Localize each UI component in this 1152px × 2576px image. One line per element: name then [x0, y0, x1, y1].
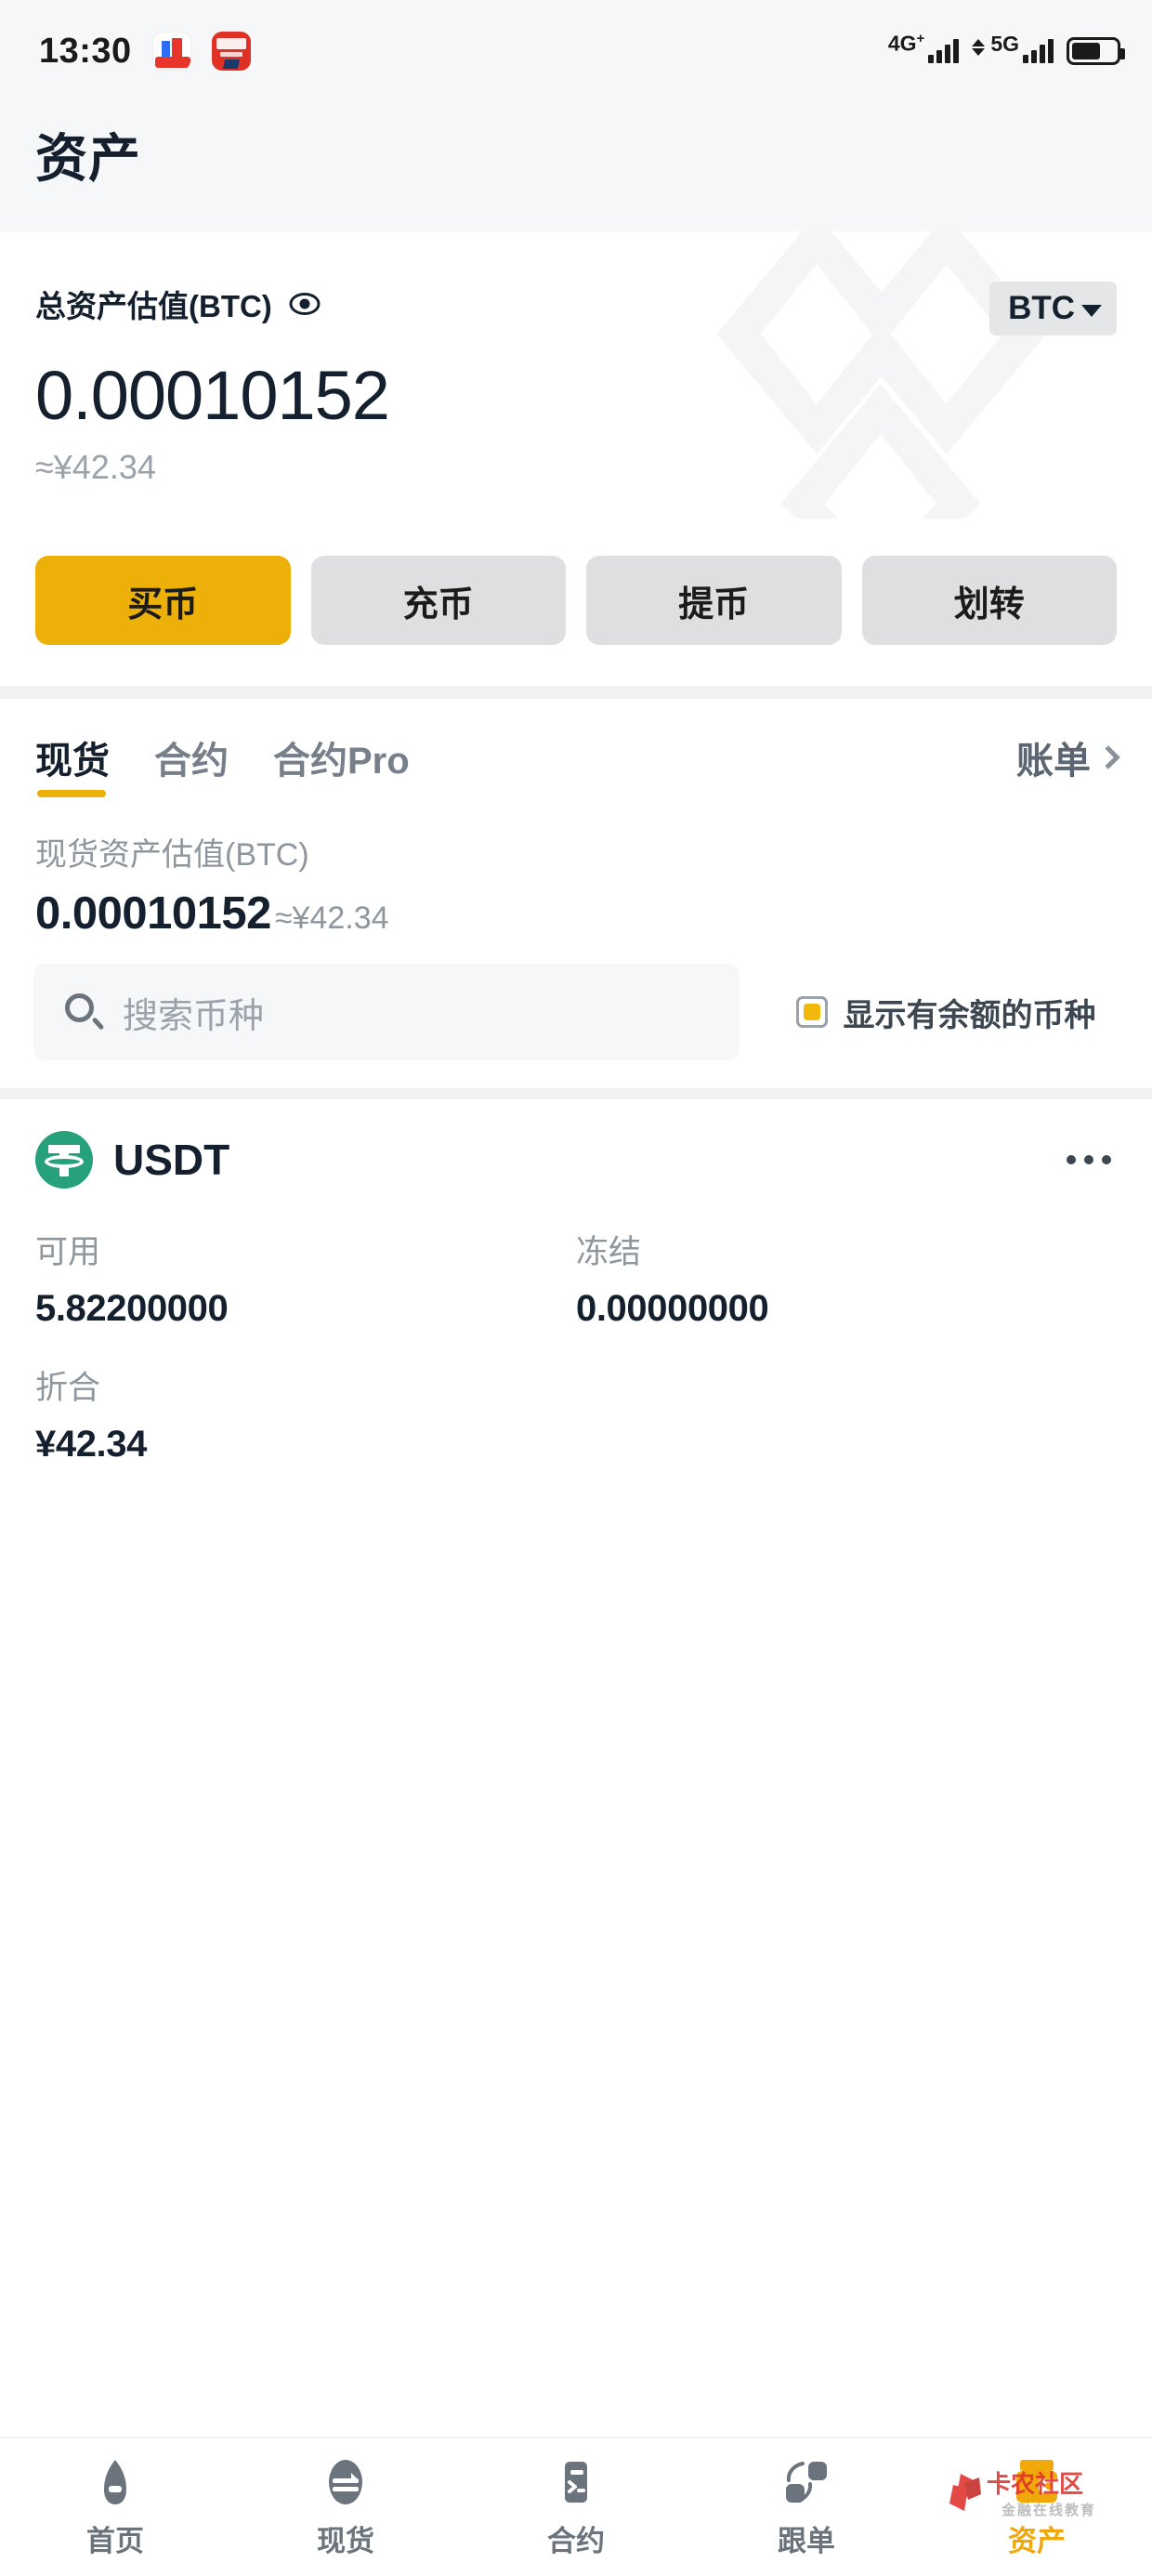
- total-assets-fiat-value: ≈¥42.34: [35, 448, 156, 486]
- nav-item-spot[interactable]: 现货: [230, 2456, 461, 2559]
- total-assets-header: 总资产估值(BTC) BTC: [35, 282, 1117, 335]
- equivalent-label: 折合: [35, 1370, 101, 1406]
- eye-icon[interactable]: [289, 288, 321, 320]
- transfer-button[interactable]: 划转: [861, 556, 1117, 645]
- equivalent-cell: 折合 ¥42.34: [35, 1361, 576, 1465]
- spot-asset-value-row: 0.00010152 ≈¥42.34: [35, 887, 1117, 940]
- account-tabs-row: 现货 合约 合约Pro 账单: [0, 699, 1152, 797]
- chevron-down-icon: [1081, 304, 1102, 317]
- coin-identity: USDT: [35, 1131, 229, 1189]
- shopping-assistant-icon: [151, 32, 191, 71]
- contract-icon: [550, 2456, 602, 2508]
- coin-equivalent-row: 折合 ¥42.34: [35, 1361, 1117, 1465]
- show-balance-checkbox[interactable]: [795, 996, 828, 1028]
- bills-link[interactable]: 账单: [1016, 730, 1120, 784]
- nav-label-futures: 合约: [547, 2524, 605, 2557]
- home-icon: [89, 2456, 141, 2508]
- status-bar-left: 13:30: [39, 32, 251, 72]
- bottom-navigation: 首页 现货 合约 跟单 资产 卡农社区 金融在线教育: [0, 2437, 1152, 2576]
- status-bar-right: 4G+ 5G: [888, 32, 1125, 65]
- unionpay-cloudpay-icon: [211, 32, 251, 71]
- page-header: 资产: [0, 102, 1152, 231]
- deposit-button[interactable]: 充币: [310, 556, 566, 645]
- network-4g-plus: +: [916, 31, 925, 47]
- nav-label-home: 首页: [86, 2524, 144, 2557]
- copytrade-icon: [780, 2456, 832, 2508]
- data-transfer-arrows-icon: [972, 39, 986, 56]
- account-tabs: 现货 合约 合约Pro: [35, 730, 410, 797]
- nav-item-futures[interactable]: 合约: [461, 2456, 691, 2559]
- nav-item-copytrade[interactable]: 跟单: [691, 2456, 922, 2559]
- search-input[interactable]: 搜索币种: [33, 964, 740, 1060]
- page-title: 资产: [35, 129, 141, 188]
- list-divider: [0, 1088, 1152, 1099]
- tab-spot[interactable]: 现货: [35, 730, 110, 797]
- tab-futures-pro[interactable]: 合约Pro: [273, 730, 410, 797]
- frozen-label: 冻结: [576, 1234, 642, 1270]
- coin-header: USDT: [35, 1131, 1117, 1189]
- wallet-icon: [1011, 2456, 1063, 2508]
- currency-selector-button[interactable]: BTC: [989, 282, 1117, 335]
- available-label: 可用: [35, 1234, 101, 1270]
- chevron-right-icon: [1096, 745, 1120, 769]
- battery-icon: [1067, 37, 1125, 65]
- tab-futures[interactable]: 合约: [154, 730, 229, 797]
- show-balance-label: 显示有余额的币种: [843, 997, 1096, 1033]
- nav-item-assets[interactable]: 资产: [922, 2456, 1152, 2559]
- signal-4g-indicator: 4G+: [888, 32, 960, 63]
- bills-label: 账单: [1016, 741, 1091, 782]
- tether-logo-icon: [35, 1131, 93, 1189]
- coin-search-row: 搜索币种 显示有余额的币种: [0, 964, 1152, 1060]
- nav-label-assets: 资产: [1008, 2524, 1066, 2557]
- coin-list-item-usdt[interactable]: USDT 可用 5.82200000 冻结 0.00000000 折合 ¥42.…: [0, 1099, 1152, 1465]
- spot-asset-label: 现货资产估值(BTC): [35, 837, 309, 873]
- asset-actions: 买币 充币 提币 划转: [0, 519, 1152, 686]
- signal-5g-indicator: 5G: [972, 33, 1054, 63]
- coin-balance-row: 可用 5.82200000 冻结 0.00000000: [35, 1226, 1117, 1330]
- nav-label-copytrade: 跟单: [778, 2524, 835, 2557]
- total-assets-label-group: 总资产估值(BTC): [35, 282, 321, 326]
- nav-label-spot: 现货: [317, 2524, 374, 2557]
- status-time: 13:30: [39, 31, 132, 71]
- currency-selector-label: BTC: [1008, 290, 1075, 326]
- equivalent-value: ¥42.34: [35, 1424, 147, 1465]
- total-assets-value: 0.00010152: [35, 357, 390, 434]
- section-divider: [0, 686, 1152, 699]
- available-balance-cell: 可用 5.82200000: [35, 1226, 576, 1330]
- search-placeholder: 搜索币种: [123, 996, 265, 1036]
- status-bar: 13:30 4G+ 5G: [0, 0, 1152, 102]
- show-balance-filter[interactable]: 显示有余额的币种: [740, 964, 1152, 1060]
- network-4g-label: 4G: [887, 32, 917, 56]
- total-assets-card: 总资产估值(BTC) BTC 0.00010152 ≈¥42.34: [0, 231, 1152, 519]
- search-icon: [65, 993, 105, 1031]
- spot-asset-summary: 现货资产估值(BTC) 0.00010152 ≈¥42.34: [0, 797, 1152, 964]
- exchange-icon: [320, 2456, 372, 2508]
- more-options-icon[interactable]: [1061, 1138, 1117, 1181]
- frozen-value: 0.00000000: [576, 1288, 769, 1329]
- spot-asset-fiat-value: ≈¥42.34: [274, 900, 389, 936]
- available-value: 5.82200000: [35, 1288, 229, 1329]
- coin-symbol: USDT: [113, 1136, 230, 1184]
- nav-item-home[interactable]: 首页: [0, 2456, 230, 2559]
- buy-coin-button[interactable]: 买币: [35, 556, 291, 645]
- spot-asset-value: 0.00010152: [35, 888, 271, 939]
- signal-bars-icon-2: [1023, 39, 1054, 63]
- total-assets-label: 总资产估值(BTC): [35, 289, 272, 323]
- network-5g-label: 5G: [990, 32, 1019, 56]
- signal-bars-icon: [928, 39, 960, 63]
- withdraw-button[interactable]: 提币: [586, 556, 842, 645]
- frozen-balance-cell: 冻结 0.00000000: [576, 1226, 1117, 1330]
